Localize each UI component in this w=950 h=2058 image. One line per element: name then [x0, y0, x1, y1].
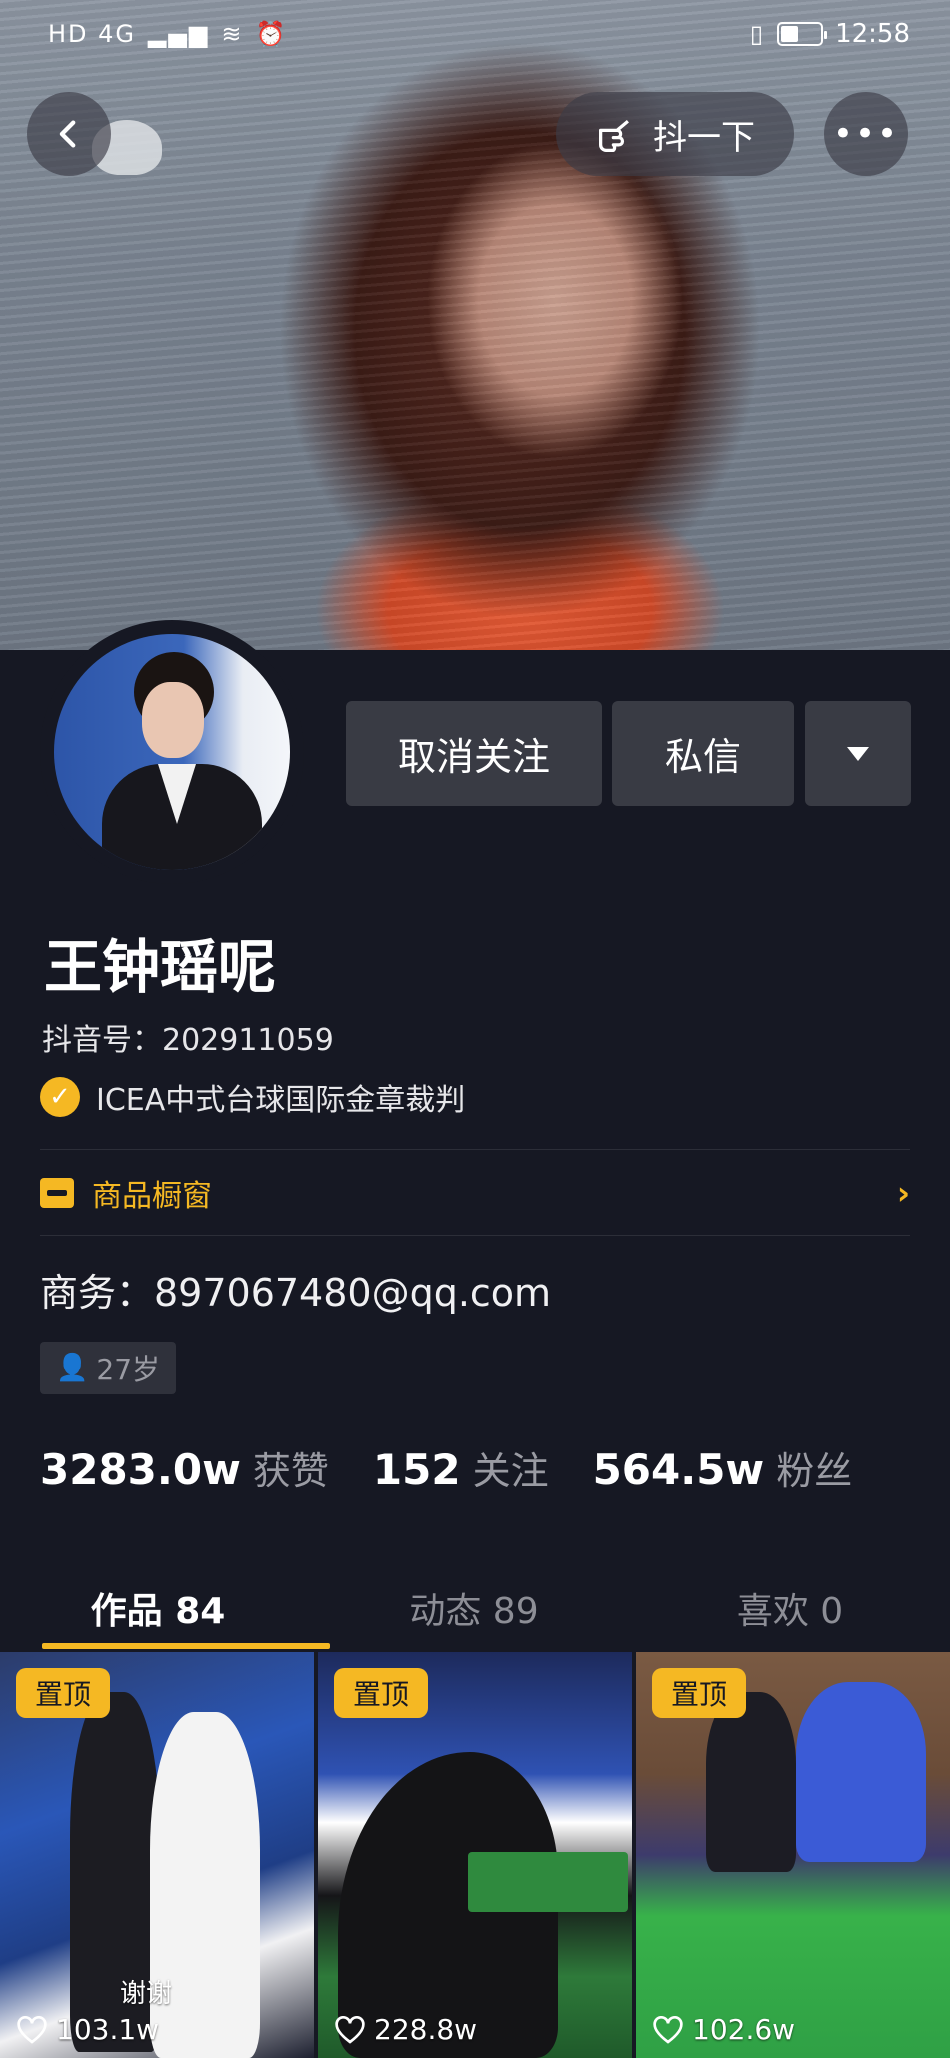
avatar-image: [54, 634, 290, 870]
tab-works[interactable]: 作品 84: [0, 1565, 316, 1651]
video-likes-count: 228.8w: [374, 2013, 478, 2046]
avatar[interactable]: [40, 620, 304, 884]
video-likes-count: 103.1w: [56, 2013, 160, 2046]
heart-icon: [335, 2015, 365, 2044]
status-time: 12:58: [835, 19, 910, 49]
video-grid: 置顶 谢谢 103.1w 置顶 228.8w 置顶 102.6w: [0, 1652, 950, 2058]
person-icon: 👤: [56, 1353, 89, 1383]
battery-icon: [777, 22, 828, 46]
video-likes: 103.1w: [16, 2013, 159, 2046]
status-right: ▯ 12:58: [750, 19, 910, 49]
video-caption: 谢谢: [120, 1979, 173, 2009]
status-left: HD 4G ▂▄▆ ≋ ⏰: [48, 20, 287, 48]
more-dots-icon: •••: [832, 114, 900, 154]
cover-image: [0, 0, 950, 650]
heart-icon: [653, 2015, 683, 2044]
pinned-badge: 置顶: [16, 1668, 110, 1718]
triangle-down-icon: [847, 746, 869, 761]
tab-posts[interactable]: 动态 89: [316, 1565, 632, 1651]
recommend-dropdown-button[interactable]: [805, 701, 911, 806]
alarm-icon: ⏰: [255, 20, 288, 48]
message-button[interactable]: 私信: [612, 701, 794, 806]
active-tab-indicator: [42, 1643, 330, 1649]
verification-text: ICEA中式台球国际金章裁判: [96, 1083, 466, 1118]
back-arrow-icon: [59, 120, 76, 148]
likes-count: 3283.0w: [40, 1445, 241, 1494]
table-shape: [468, 1852, 628, 1912]
content-tabs: 作品 84 动态 89 喜欢 0: [0, 1565, 950, 1651]
unfollow-button[interactable]: 取消关注: [346, 701, 602, 806]
profile-page: HD 4G ▂▄▆ ≋ ⏰ ▯ 12:58 抖一下 ••• 取消关注 私信 王钟…: [0, 0, 950, 2058]
verification-row: ✓ ICEA中式台球国际金章裁判: [40, 1075, 465, 1119]
shake-label: 抖一下: [653, 117, 755, 158]
following-count[interactable]: 152: [373, 1445, 461, 1494]
profile-name: 王钟瑶呢: [44, 933, 277, 1001]
video-likes: 102.6w: [652, 2013, 795, 2046]
followers-count[interactable]: 564.5w: [593, 1445, 765, 1494]
figure-shape: [706, 1692, 796, 1872]
back-button[interactable]: [27, 92, 111, 176]
douyin-id: 抖音号：202911059: [42, 1023, 334, 1058]
likes-label: 获赞: [252, 1449, 329, 1493]
pinned-badge: 置顶: [652, 1668, 746, 1718]
avatar-face: [142, 682, 204, 758]
pinned-badge: 置顶: [334, 1668, 428, 1718]
status-bar: HD 4G ▂▄▆ ≋ ⏰ ▯ 12:58: [0, 0, 950, 68]
figure-shape: [796, 1682, 926, 1862]
video-likes-count: 102.6w: [692, 2013, 796, 2046]
vibrate-icon: ▯: [749, 20, 766, 48]
followers-label[interactable]: 粉丝: [776, 1440, 852, 1495]
more-button[interactable]: •••: [824, 92, 908, 176]
business-contact: 商务：897067480@qq.com: [40, 1271, 552, 1315]
divider: [40, 1149, 910, 1150]
verified-check-icon: ✓: [40, 1077, 80, 1117]
age-badge: 👤 27岁: [40, 1342, 177, 1394]
shake-button[interactable]: 抖一下: [556, 92, 794, 176]
video-thumbnail[interactable]: 置顶 谢谢 103.1w: [0, 1652, 314, 2058]
signal-icon: ▂▄▆: [148, 20, 210, 48]
network-label: HD 4G: [48, 20, 137, 48]
video-thumbnail[interactable]: 置顶 228.8w: [318, 1652, 632, 2058]
stats-row: 3283.0w 获赞 152 关注 564.5w 粉丝: [40, 1440, 896, 1495]
video-thumbnail[interactable]: 置顶 102.6w: [636, 1652, 950, 2058]
shop-label: 商品橱窗: [92, 1179, 212, 1214]
tab-likes[interactable]: 喜欢 0: [632, 1565, 948, 1651]
age-label: 27岁: [96, 1353, 161, 1386]
following-label[interactable]: 关注: [473, 1440, 549, 1495]
chevron-right-icon: ›: [896, 1174, 910, 1212]
shop-window-row[interactable]: 商品橱窗 ›: [40, 1152, 910, 1234]
heart-icon: [17, 2015, 47, 2044]
divider: [40, 1235, 910, 1236]
hand-point-icon: [599, 120, 629, 152]
video-likes: 228.8w: [334, 2013, 477, 2046]
shop-icon: [40, 1178, 74, 1208]
cover-texture: [0, 0, 950, 650]
battery-fill: [781, 26, 799, 42]
wifi-icon: ≋: [221, 20, 244, 48]
